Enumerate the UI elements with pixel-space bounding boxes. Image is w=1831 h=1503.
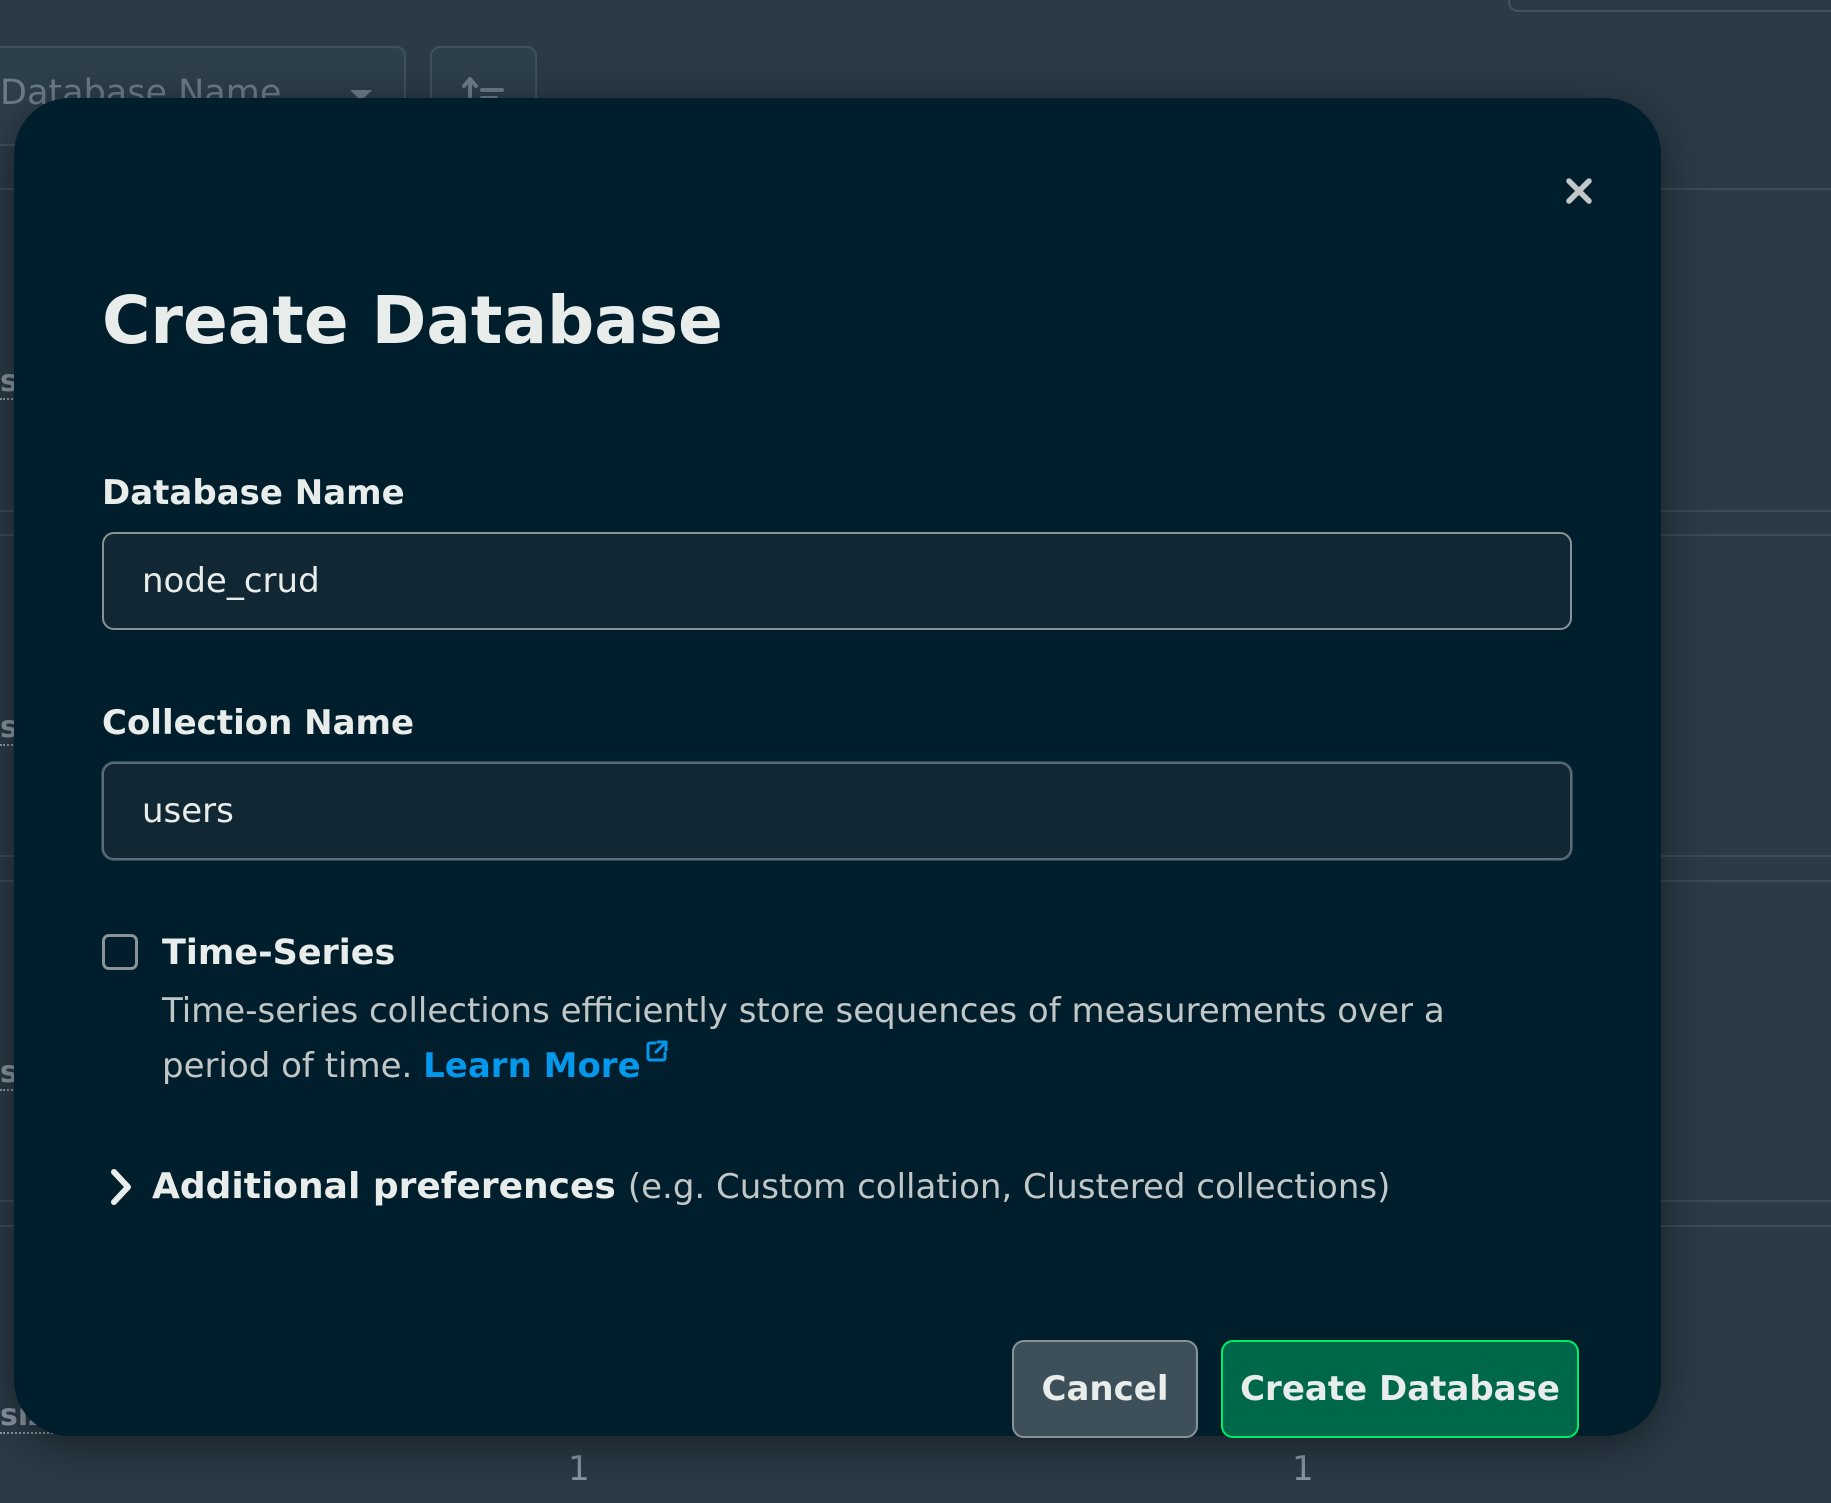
background-panel-edge bbox=[1508, 0, 1831, 12]
database-name-input[interactable] bbox=[102, 532, 1572, 630]
background-cell-value: 1 bbox=[1292, 1449, 1314, 1489]
time-series-description-text: Time-series collections efficiently stor… bbox=[162, 991, 1445, 1086]
time-series-checkbox[interactable] bbox=[102, 934, 138, 970]
additional-preferences-title: Additional preferences bbox=[152, 1166, 616, 1207]
external-link-icon bbox=[646, 1040, 668, 1062]
create-database-button[interactable]: Create Database bbox=[1221, 1340, 1579, 1438]
learn-more-label: Learn More bbox=[423, 1046, 641, 1086]
additional-preferences-toggle[interactable]: Additional preferences (e.g. Custom coll… bbox=[108, 1166, 1390, 1207]
modal-title: Create Database bbox=[102, 282, 723, 359]
close-button[interactable] bbox=[1552, 164, 1606, 218]
database-name-label: Database Name bbox=[102, 473, 405, 513]
learn-more-link[interactable]: Learn More bbox=[423, 1040, 669, 1086]
chevron-right-icon bbox=[108, 1167, 142, 1207]
time-series-label: Time-Series bbox=[162, 933, 396, 973]
create-database-modal: Create Database Database Name Collection… bbox=[14, 98, 1661, 1438]
additional-preferences-hint: (e.g. Custom collation, Clustered collec… bbox=[627, 1166, 1391, 1207]
background-cell-value: 1 bbox=[568, 1449, 590, 1489]
cancel-button[interactable]: Cancel bbox=[1012, 1340, 1198, 1438]
collection-name-input[interactable] bbox=[102, 762, 1572, 860]
collection-name-label: Collection Name bbox=[102, 703, 415, 743]
close-icon bbox=[1566, 178, 1592, 204]
time-series-description: Time-series collections efficiently stor… bbox=[162, 984, 1562, 1094]
